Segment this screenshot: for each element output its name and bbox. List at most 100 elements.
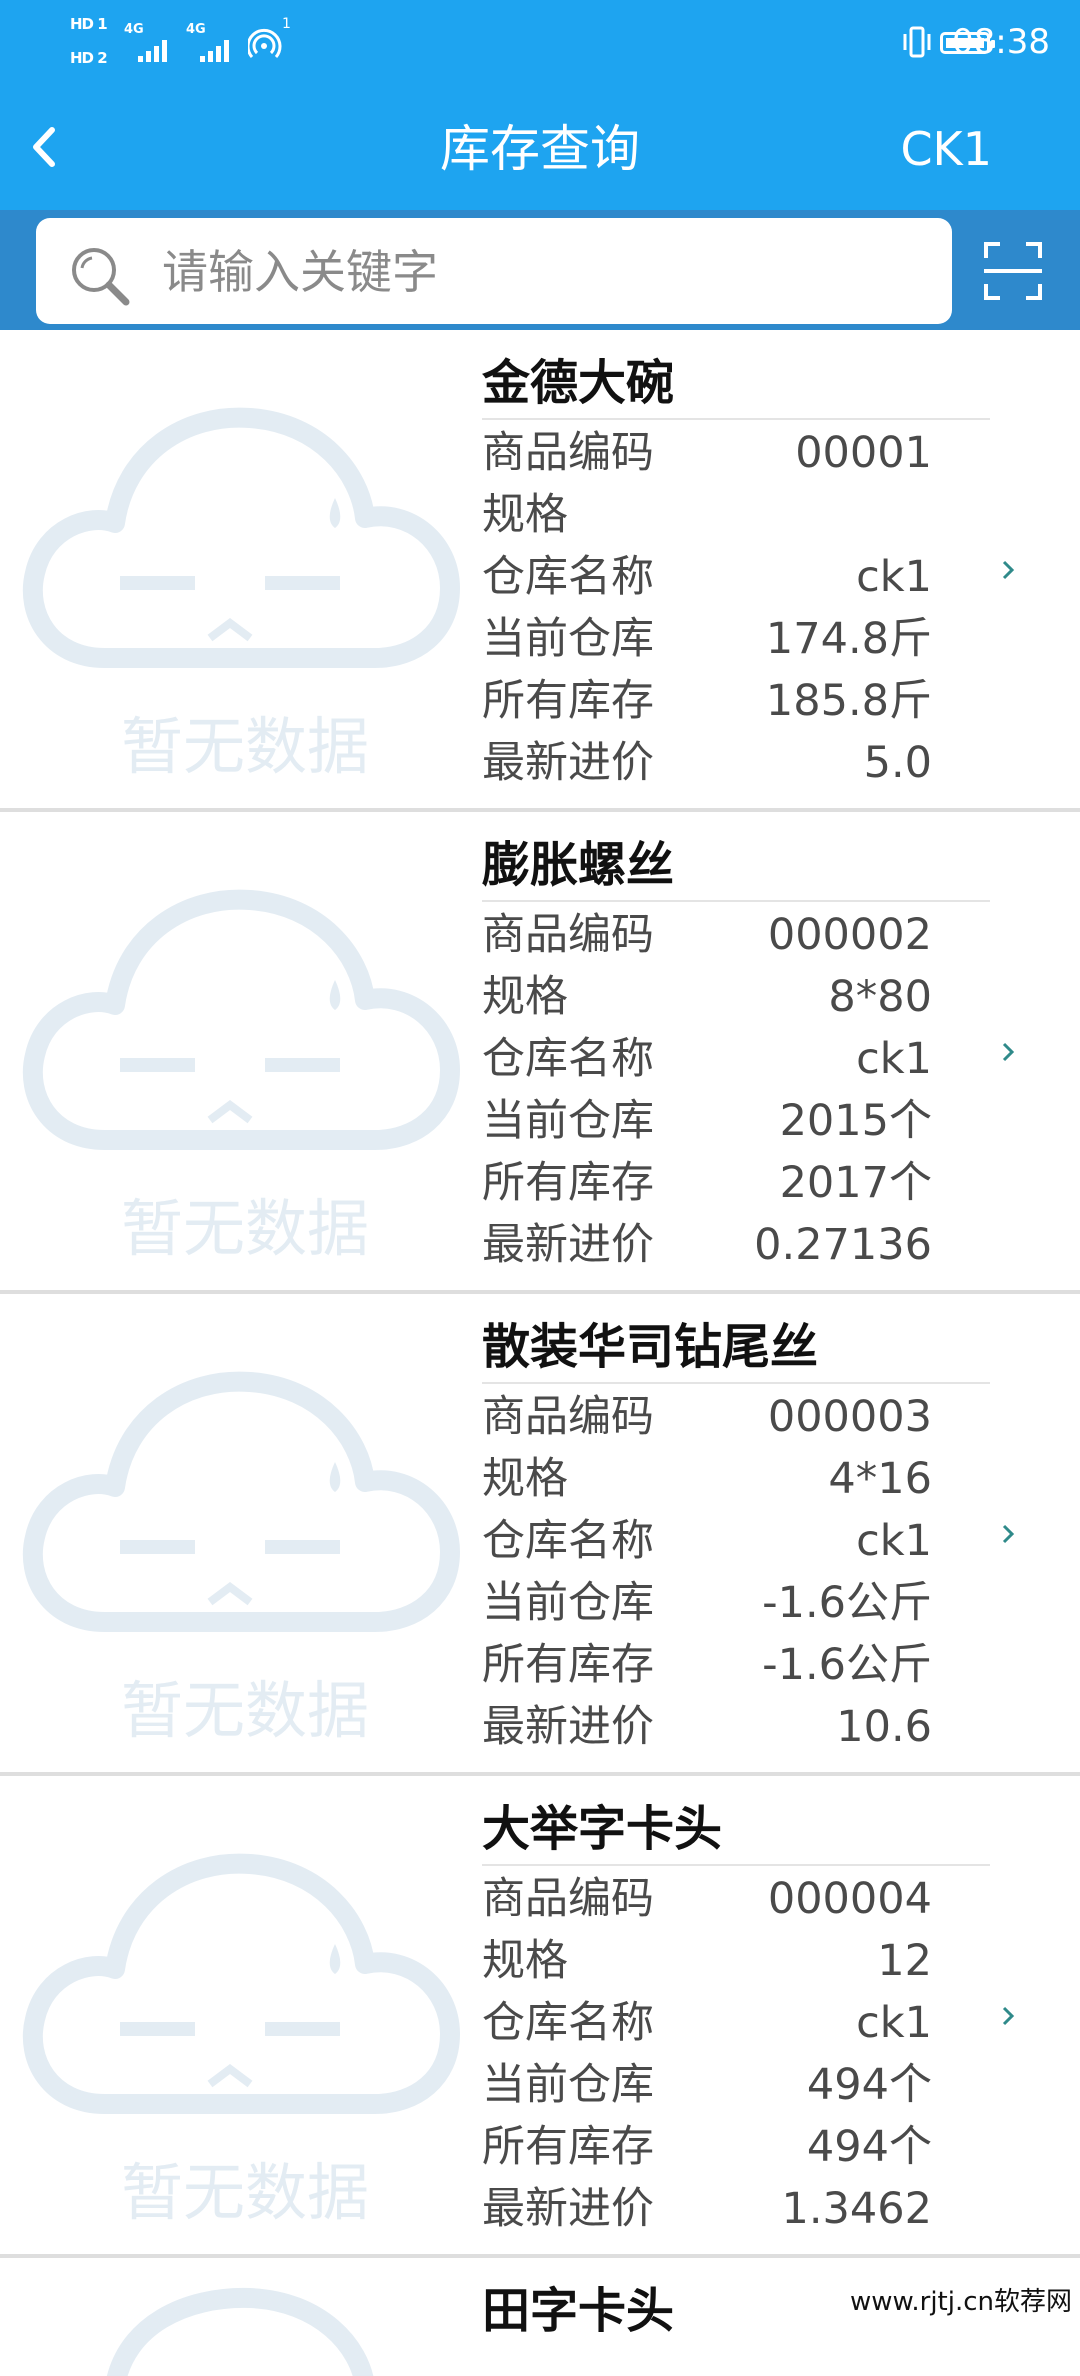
field-label: 最新进价 [482,1702,654,1752]
product-card[interactable]: 暂无数据 膨胀螺丝 商品编码 000002 规格 8*80 仓库名称 ck1 当前仓库… [0,812,1080,1294]
placeholder-text: 暂无数据 [121,710,369,783]
cloud-placeholder-icon: 暂无数据 [22,1853,460,2229]
network-2-label: 4G [186,22,206,37]
field-label: 当前仓库 [482,1096,654,1146]
cloud-placeholder-icon: 暂无数据 [22,407,460,783]
field-total-stock: 所有库存 2017个 [482,1152,932,1214]
product-card[interactable]: 暂无数据 金德大碗 商品编码 00001 规格 仓库名称 ck1 当前仓库 174.8… [0,330,1080,812]
field-value: 1.3462 [781,2184,932,2234]
product-fields: 商品编码 00001 规格 仓库名称 ck1 当前仓库 174.8斤 所有库存 185.… [482,422,932,794]
search-bar [0,210,1080,330]
field-warehouse: 仓库名称 ck1 [482,1028,932,1090]
divider [482,900,990,902]
field-label: 仓库名称 [482,1998,654,2048]
field-value: 494个 [806,2122,932,2172]
field-latest-price: 最新进价 5.0 [482,732,932,794]
field-code: 商品编码 000004 [482,1868,932,1930]
field-value: 2015个 [779,1096,932,1146]
field-label: 规格 [482,490,568,540]
field-label: 当前仓库 [482,2060,654,2110]
warehouse-selector-button[interactable]: CK1 [900,118,992,180]
field-label: 商品编码 [482,1874,654,1924]
divider [482,1382,990,1384]
field-label: 最新进价 [482,738,654,788]
divider [482,1864,990,1866]
search-input[interactable] [160,228,924,316]
field-label: 最新进价 [482,1220,654,1270]
field-spec: 规格 4*16 [482,1448,932,1510]
field-warehouse: 仓库名称 ck1 [482,1992,932,2054]
field-label: 规格 [482,972,568,1022]
field-total-stock: 所有库存 185.8斤 [482,670,932,732]
field-label: 仓库名称 [482,552,654,602]
field-current-stock: 当前仓库 2015个 [482,1090,932,1152]
sim2-label: HD 2 [70,49,108,67]
product-card[interactable]: 暂无数据 大举字卡头 商品编码 000004 规格 12 仓库名称 ck1 当前仓库 4… [0,1776,1080,2258]
signal-2-icon: 4G [186,22,238,62]
field-value: 494个 [806,2060,932,2110]
field-label: 所有库存 [482,676,654,726]
field-code: 商品编码 000002 [482,904,932,966]
placeholder-text: 暂无数据 [121,1192,369,1265]
chevron-right-icon [1002,560,1015,580]
product-fields: 商品编码 000002 规格 8*80 仓库名称 ck1 当前仓库 2015个 所有库存… [482,904,932,1276]
vibrate-icon [902,24,932,60]
field-current-stock: 当前仓库 494个 [482,2054,932,2116]
field-value: 000003 [767,1392,932,1442]
field-value: 5.0 [863,738,932,788]
product-name: 膨胀螺丝 [482,837,675,893]
field-value: 4*16 [828,1454,932,1504]
field-label: 当前仓库 [482,614,654,664]
field-value: 000002 [767,910,932,960]
product-name: 金德大碗 [482,355,675,411]
field-value: -1.6公斤 [762,1640,932,1690]
hotspot-icon: 1 [246,16,298,62]
sim-indicators: HD 1 HD 2 [70,14,120,82]
product-name: 散装华司钻尾丝 [482,1319,819,1375]
field-value: 10.6 [836,1702,932,1752]
field-value: 12 [877,1936,932,1986]
cloud-placeholder-icon: 暂无数据 [22,889,460,1265]
field-label: 所有库存 [482,1158,654,1208]
search-box[interactable] [36,218,952,324]
field-current-stock: 当前仓库 -1.6公斤 [482,1572,932,1634]
field-value: ck1 [856,1034,932,1084]
field-latest-price: 最新进价 10.6 [482,1696,932,1758]
field-current-stock: 当前仓库 174.8斤 [482,608,932,670]
field-total-stock: 所有库存 494个 [482,2116,932,2178]
scan-button[interactable] [982,240,1044,302]
product-list: 暂无数据 金德大碗 商品编码 00001 规格 仓库名称 ck1 当前仓库 174.8… [0,330,1080,2376]
field-label: 仓库名称 [482,1516,654,1566]
sim1-label: HD 1 [70,15,108,33]
field-label: 最新进价 [482,2184,654,2234]
field-spec: 规格 8*80 [482,966,932,1028]
field-latest-price: 最新进价 1.3462 [482,2178,932,2240]
field-label: 仓库名称 [482,1034,654,1084]
field-label: 当前仓库 [482,1578,654,1628]
network-1-label: 4G [124,22,144,37]
field-label: 规格 [482,1454,568,1504]
field-latest-price: 最新进价 0.27136 [482,1214,932,1276]
field-spec: 规格 12 [482,1930,932,1992]
search-icon [72,248,130,306]
divider [482,418,990,420]
field-label: 所有库存 [482,2122,654,2172]
placeholder-text: 暂无数据 [121,1674,369,1747]
field-label: 规格 [482,1936,568,1986]
cloud-placeholder-icon [107,2287,374,2376]
field-value: 174.8斤 [765,614,932,664]
field-value: 0.27136 [754,1220,932,1270]
field-value: 00001 [795,428,932,478]
field-label: 商品编码 [482,428,654,478]
field-value: 185.8斤 [765,676,932,726]
field-total-stock: 所有库存 -1.6公斤 [482,1634,932,1696]
field-warehouse: 仓库名称 ck1 [482,1510,932,1572]
chevron-right-icon [1002,2006,1015,2026]
product-card[interactable]: 暂无数据 散装华司钻尾丝 商品编码 000003 规格 4*16 仓库名称 ck1 当… [0,1294,1080,1776]
field-label: 商品编码 [482,1392,654,1442]
field-label: 所有库存 [482,1640,654,1690]
field-value: -1.6公斤 [762,1578,932,1628]
field-warehouse: 仓库名称 ck1 [482,546,932,608]
field-code: 商品编码 000003 [482,1386,932,1448]
cloud-placeholder-icon: 暂无数据 [22,1371,460,1747]
